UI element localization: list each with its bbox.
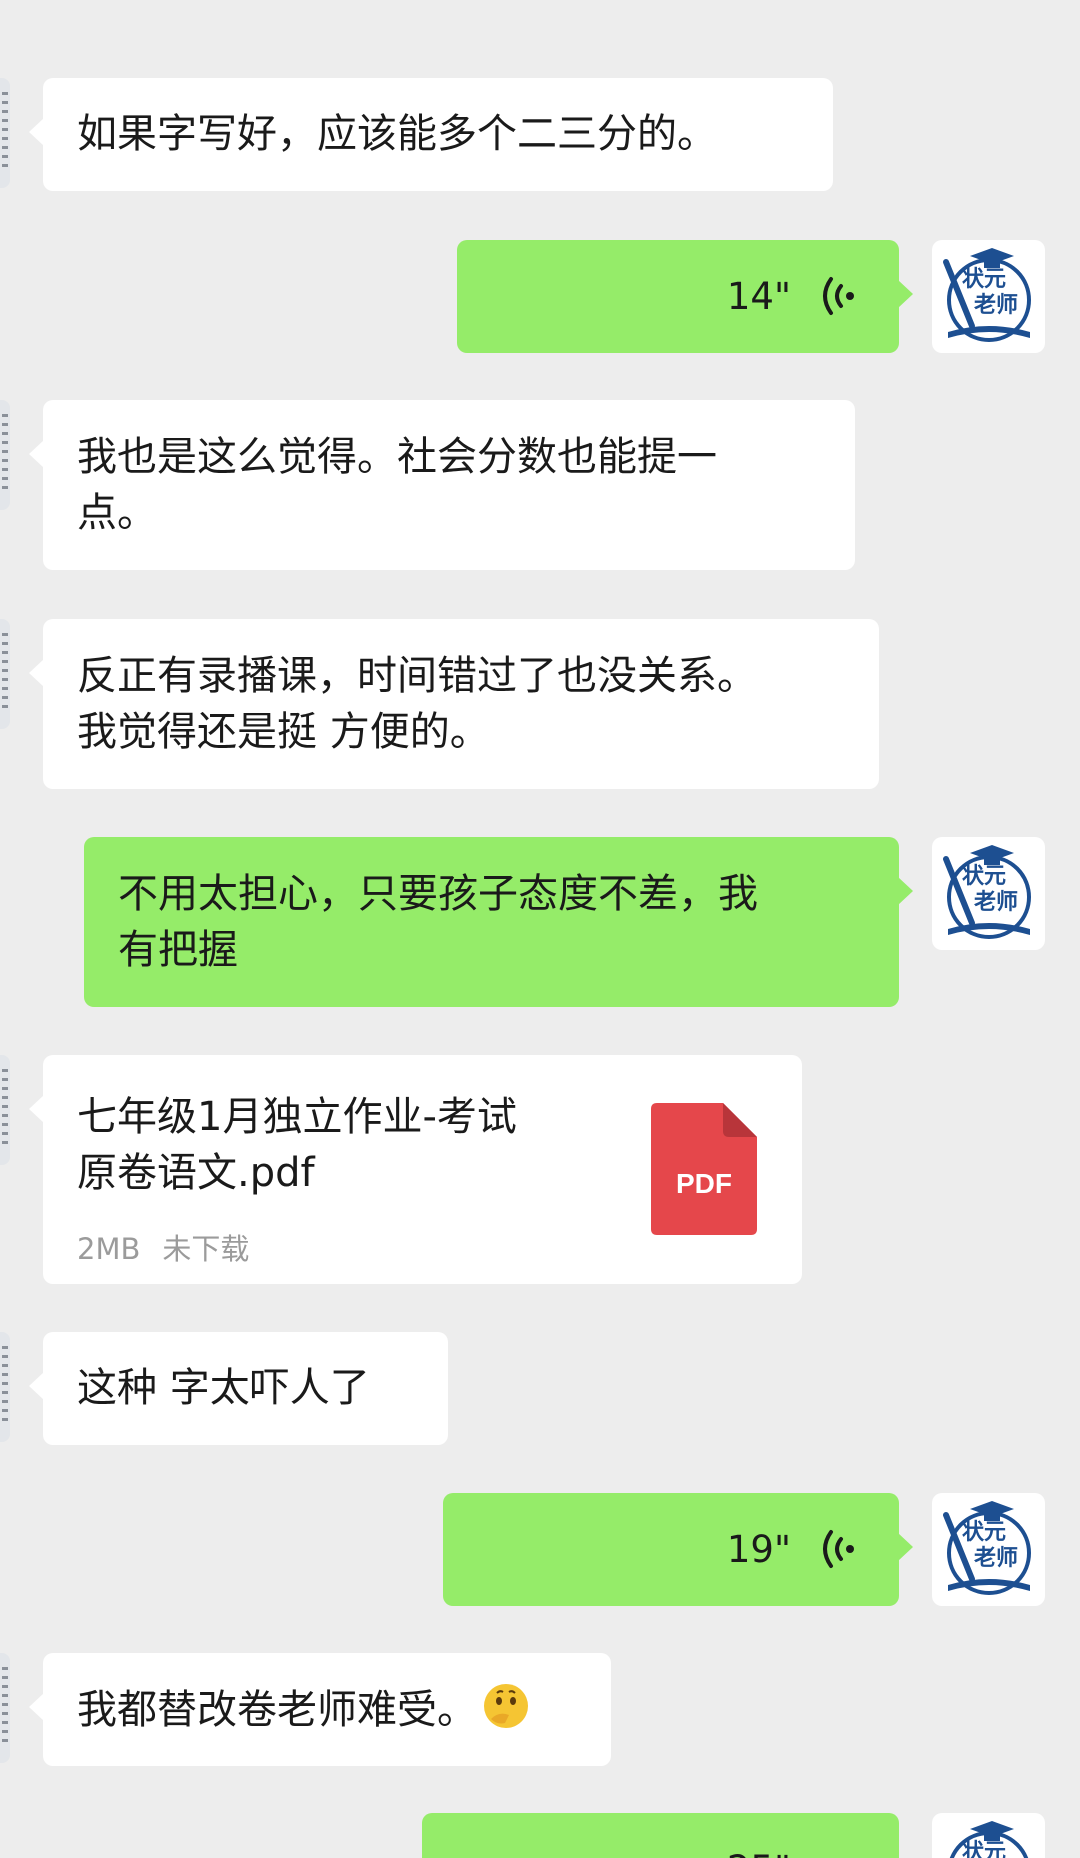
voice-wave-icon (823, 277, 854, 315)
logo-text-top: 状元 (962, 1840, 1007, 1858)
text-message-bubble[interactable]: 我都替改卷老师难受。 (29, 1653, 611, 1766)
voice-wave-icon (823, 1530, 854, 1568)
logo-text-top: 状元 (962, 267, 1007, 292)
contact-avatar[interactable] (0, 619, 10, 729)
text-message-bubble[interactable]: 反正有录播课，时间错过了也没关系。 我觉得还是挺 方便的。 (29, 619, 879, 789)
text-message-bubble[interactable]: 我也是这么觉得。社会分数也能提一 点。 (29, 400, 855, 570)
message-text: 这种 字太吓人了 (77, 1365, 370, 1411)
my-avatar[interactable]: 状元 老师 (932, 1493, 1045, 1606)
my-avatar[interactable]: 状元 (932, 1813, 1045, 1858)
pdf-file-icon: PDF (651, 1103, 757, 1235)
contact-avatar[interactable] (0, 1055, 10, 1165)
logo-text-top: 状元 (962, 1520, 1007, 1545)
text-message-bubble[interactable]: 这种 字太吓人了 (29, 1332, 448, 1445)
contact-avatar[interactable] (0, 400, 10, 510)
my-avatar[interactable]: 状元 老师 (932, 837, 1045, 950)
file-name: 七年级1月独立作业-考试 原卷语文.pdf (77, 1094, 517, 1196)
voice-duration: 25" (727, 1813, 791, 1858)
voice-message-bubble[interactable]: 19" (443, 1493, 913, 1606)
voice-message-bubble[interactable]: 25" (422, 1813, 899, 1858)
voice-message-bubble[interactable]: 14" (457, 240, 913, 353)
message-text: 如果字写好，应该能多个二三分的。 (77, 111, 717, 157)
message-text: 不用太担心，只要孩子态度不差，我 有把握 (118, 871, 758, 973)
file-status: 未下载 (162, 1232, 250, 1266)
message-text: 我也是这么觉得。社会分数也能提一 点。 (77, 434, 717, 536)
text-message-bubble[interactable]: 不用太担心，只要孩子态度不差，我 有把握 (84, 837, 913, 1007)
contact-avatar[interactable] (0, 1332, 10, 1442)
file-meta: 2MB 未下载 (77, 1221, 249, 1277)
voice-duration: 19" (726, 1528, 791, 1571)
contact-avatar[interactable] (0, 78, 10, 188)
logo-text-bottom: 老师 (974, 890, 1019, 915)
file-size: 2MB (77, 1232, 141, 1266)
text-message-bubble[interactable]: 如果字写好，应该能多个二三分的。 (29, 78, 833, 191)
message-text: 我都替改卷老师难受。 (77, 1687, 477, 1733)
thinking-face-emoji-icon (484, 1684, 528, 1728)
file-message-bubble[interactable]: 七年级1月独立作业-考试 原卷语文.pdf 2MB 未下载 PDF (29, 1055, 802, 1284)
contact-avatar[interactable] (0, 1653, 10, 1763)
logo-text-bottom: 老师 (974, 1546, 1019, 1571)
voice-duration: 14" (726, 275, 791, 318)
message-text: 反正有录播课，时间错过了也没关系。 我觉得还是挺 方便的。 (77, 653, 757, 755)
my-avatar[interactable]: 状元 老师 (932, 240, 1045, 353)
logo-text-bottom: 老师 (974, 293, 1019, 318)
logo-text-top: 状元 (962, 864, 1007, 889)
pdf-icon-label: PDF (676, 1168, 732, 1199)
